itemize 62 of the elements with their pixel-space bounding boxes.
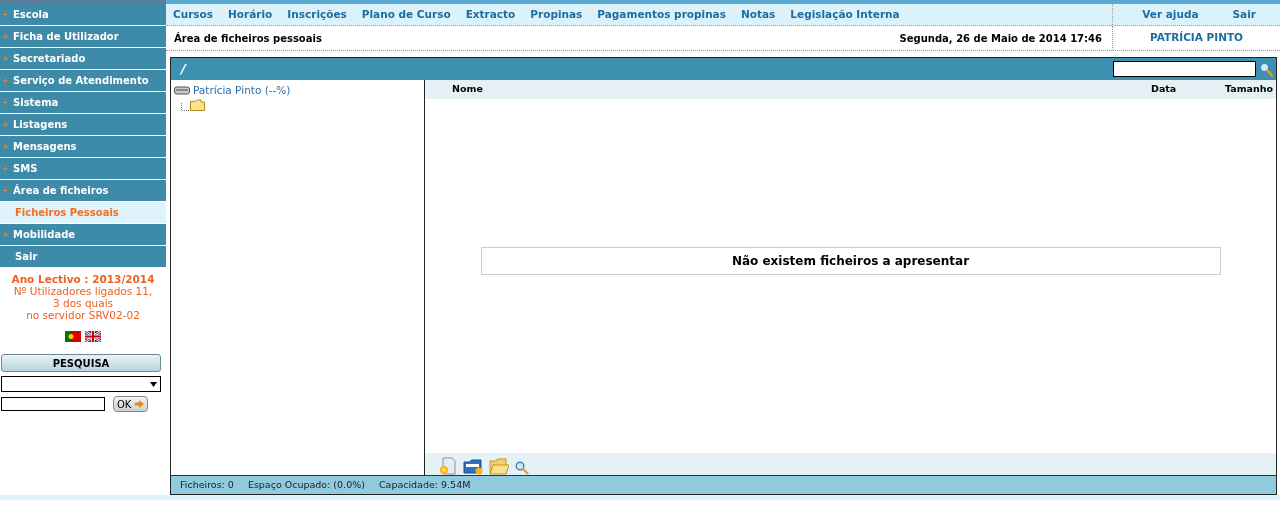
status-text: Ficheiros: 0 (180, 477, 234, 492)
search-field[interactable] (1113, 61, 1256, 77)
ok-button[interactable]: OK (113, 396, 149, 412)
sidebar-item[interactable]: Ficheiros Pessoais (0, 202, 166, 224)
flag-icon[interactable] (85, 331, 101, 342)
search-input-field[interactable] (1, 397, 105, 411)
caret-icon (150, 381, 157, 387)
column-header: Data (1151, 82, 1178, 97)
dropdown-field[interactable] (1, 376, 161, 392)
users-online-text: Nº Utilizadores ligados 11, 3 dos quais no servidor SRV02-02 (12, 285, 154, 321)
column-header: Nome (451, 82, 484, 97)
plus-icon (3, 12, 8, 17)
plus-icon (3, 100, 8, 105)
arrow-icon (135, 400, 145, 408)
nav-link[interactable]: Cursos (173, 6, 214, 23)
path-text: / (181, 60, 186, 79)
search-button[interactable]: PESQUISA (1, 354, 161, 372)
tree-line-icon (181, 102, 190, 111)
folder-icon[interactable] (489, 458, 509, 475)
nav-link[interactable]: Horário (228, 6, 273, 23)
nav-link[interactable]: Plano de Curso (361, 6, 451, 23)
sidebar-item[interactable]: Listagens (0, 114, 166, 136)
drive-icon (174, 86, 190, 96)
sidebar-item[interactable]: Sair (0, 246, 166, 268)
folder-icon[interactable] (190, 98, 205, 111)
new-folder-icon[interactable] (463, 458, 483, 475)
nav-link[interactable]: Propinas (530, 6, 583, 23)
sidebar-item[interactable]: Ficha de Utilizador (0, 26, 166, 48)
nav-link[interactable]: Ver ajuda (1142, 6, 1199, 23)
date-text: Segunda, 26 de Maio de 2014 17:46 (899, 31, 1103, 46)
school-year-text: Ano Lectivo : 2013/2014 (10, 273, 156, 285)
sidebar-item[interactable]: Área de ficheiros (0, 180, 166, 202)
status-text: Capacidade: 9.54M (378, 477, 471, 492)
tree-root-link[interactable]: Patrícia Pinto (--%) (193, 83, 291, 99)
plus-icon (3, 78, 8, 83)
nav-link[interactable]: Extracto (465, 6, 516, 23)
sidebar-item[interactable]: Secretariado (0, 48, 166, 70)
plus-icon (3, 166, 8, 171)
empty-message: Não existem ficheiros a apresentar (480, 247, 1221, 275)
nav-link[interactable]: Legislação Interna (790, 6, 900, 23)
plus-icon (3, 56, 8, 61)
sidebar-item[interactable]: Mobilidade (0, 224, 166, 246)
sidebar-item[interactable]: Mensagens (0, 136, 166, 158)
nav-link[interactable]: Sair (1232, 6, 1256, 23)
plus-icon (3, 188, 8, 193)
plus-icon (3, 34, 8, 39)
search-icon[interactable] (1259, 61, 1273, 77)
plus-icon (3, 232, 8, 237)
nav-link[interactable]: Pagamentos propinas (597, 6, 726, 23)
plus-icon (3, 144, 8, 149)
plus-icon (3, 122, 8, 127)
search-icon[interactable] (515, 461, 529, 475)
status-text: Espaço Ocupado: (0.0%) (247, 477, 365, 492)
sidebar-item[interactable]: SMS (0, 158, 166, 180)
user-name: PATRÍCIA PINTO (1112, 26, 1280, 50)
sidebar-item[interactable]: Serviço de Atendimento (0, 70, 166, 92)
sidebar-item[interactable]: Sistema (0, 92, 166, 114)
sidebar-item[interactable]: Escola (0, 4, 166, 26)
column-header: Tamanho (1223, 82, 1274, 97)
nav-link[interactable]: Inscrições (287, 6, 347, 23)
page-title: Área de ficheiros pessoais (173, 31, 323, 46)
nav-link[interactable]: Notas (740, 6, 776, 23)
